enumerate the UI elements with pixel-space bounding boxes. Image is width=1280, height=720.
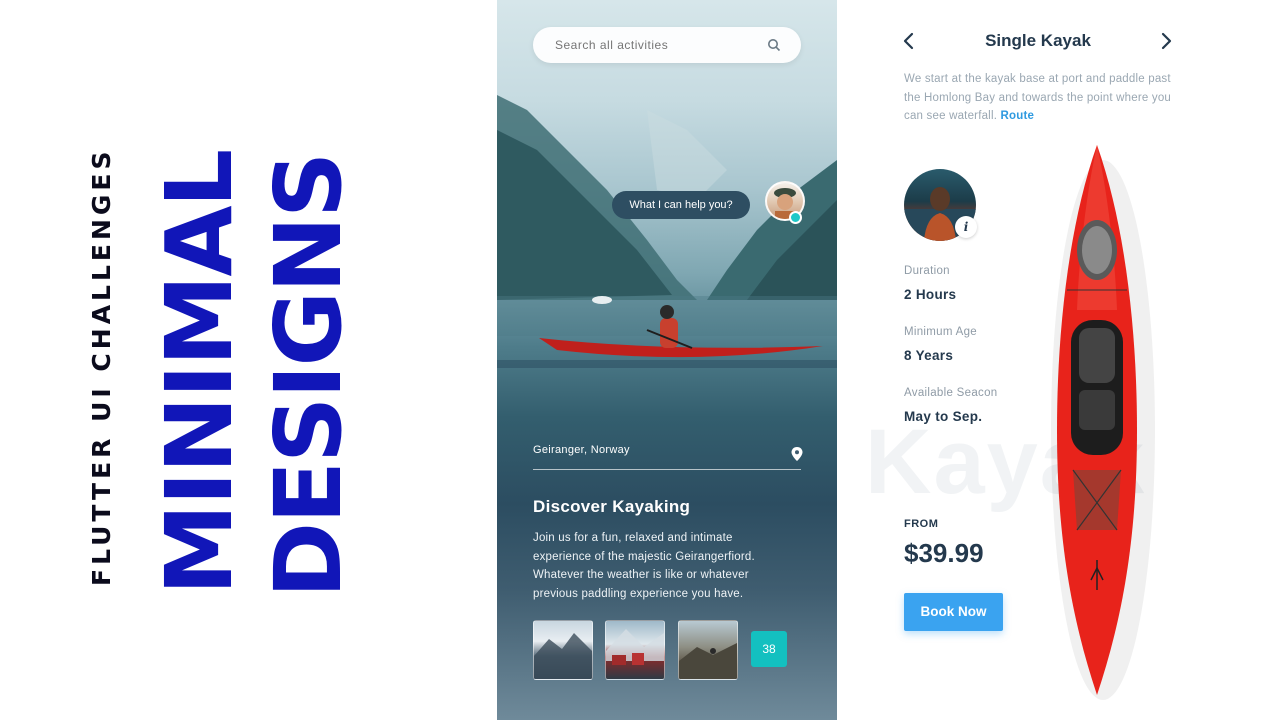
online-status-dot bbox=[789, 211, 802, 224]
kayak-description: We start at the kayak base at port and p… bbox=[904, 70, 1189, 126]
gallery-thumbnail[interactable] bbox=[678, 620, 738, 680]
title-minimal: MINIMAL bbox=[146, 150, 253, 596]
fjord-scenery bbox=[497, 95, 837, 368]
chevron-right-icon[interactable] bbox=[1159, 32, 1173, 50]
gallery-thumbnail[interactable] bbox=[605, 620, 665, 680]
detail-label-minimum-age: Minimum Age bbox=[904, 326, 977, 338]
discover-screen: What I can help you? Geiranger, Norway D… bbox=[497, 0, 837, 720]
help-chat-bubble[interactable]: What I can help you? bbox=[612, 191, 750, 219]
subtitle-flutter-ui-challenges: FLUTTER UI CHALLENGES bbox=[87, 147, 116, 586]
search-input[interactable] bbox=[555, 27, 755, 63]
kayak-title: Single Kayak bbox=[985, 31, 1091, 50]
detail-label-duration: Duration bbox=[904, 265, 950, 277]
detail-label-available-season: Available Seacon bbox=[904, 387, 998, 399]
title-designs: DESIGNS bbox=[255, 153, 362, 599]
search-icon[interactable] bbox=[767, 38, 781, 52]
route-link[interactable]: Route bbox=[1001, 110, 1035, 122]
discover-description: Join us for a fun, relaxed and intimate … bbox=[533, 532, 755, 600]
location-label: Geiranger, Norway bbox=[533, 444, 630, 456]
chevron-left-icon[interactable] bbox=[902, 32, 916, 50]
gallery-thumbnail[interactable] bbox=[533, 620, 593, 680]
location-pin-icon[interactable] bbox=[791, 447, 803, 461]
search-bar[interactable] bbox=[533, 27, 801, 63]
detail-value-available-season: May to Sep. bbox=[904, 409, 983, 424]
book-now-button[interactable]: Book Now bbox=[904, 593, 1003, 631]
kayak-description-text: We start at the kayak base at port and p… bbox=[904, 73, 1172, 122]
kayak-image bbox=[1051, 145, 1155, 700]
location-divider bbox=[533, 469, 801, 470]
price-from-label: FROM bbox=[904, 518, 939, 530]
more-photos-count-button[interactable]: 38 bbox=[751, 631, 787, 667]
info-icon[interactable]: i bbox=[955, 216, 977, 238]
price-value: $39.99 bbox=[904, 538, 984, 568]
kayak-detail-screen: Kayak Single Kayak We start at the kayak… bbox=[837, 0, 1280, 720]
detail-value-duration: 2 Hours bbox=[904, 287, 957, 302]
discover-title: Discover Kayaking bbox=[533, 497, 691, 516]
detail-value-minimum-age: 8 Years bbox=[904, 348, 954, 363]
